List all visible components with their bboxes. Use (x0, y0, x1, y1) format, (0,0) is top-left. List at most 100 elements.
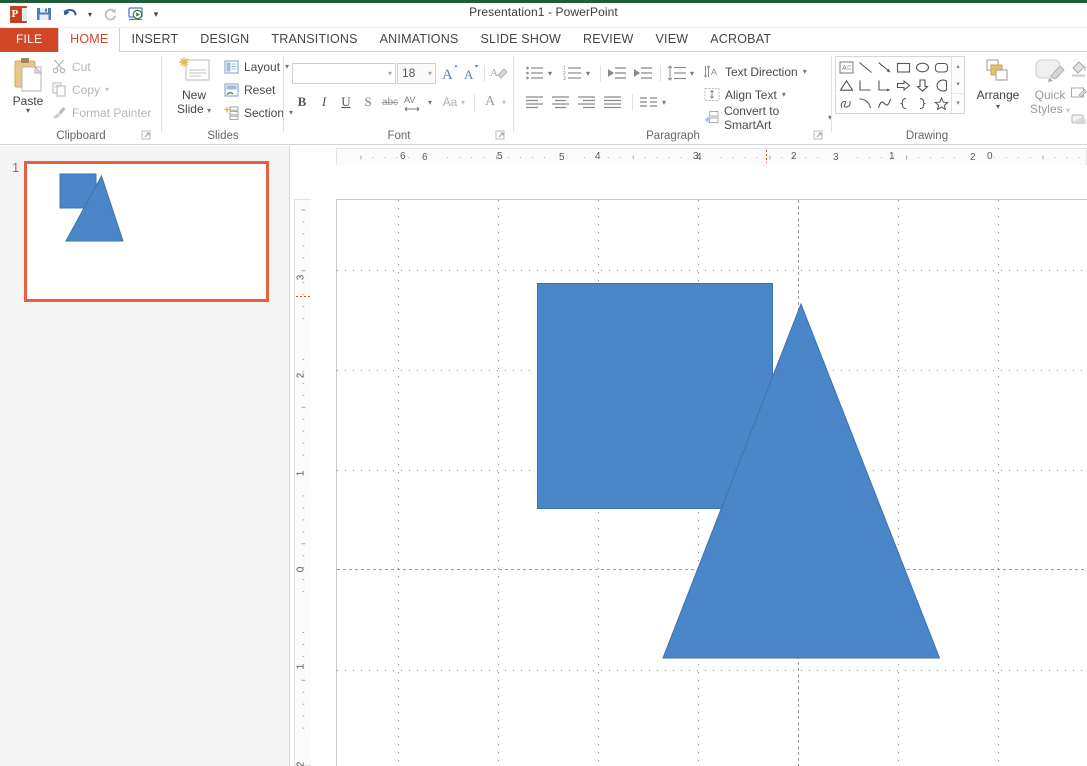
horizontal-ruler[interactable]: 6 5 4 3 2 1 (336, 148, 1087, 165)
paragraph-dialog-launcher[interactable] (813, 130, 824, 141)
tab-file[interactable]: FILE (0, 28, 59, 52)
font-name-input[interactable]: ▾ (292, 63, 396, 84)
align-text-button[interactable]: Align Text ▾ (704, 84, 786, 105)
strikethrough-button[interactable]: abc (380, 92, 400, 112)
arrow-line-shape-icon[interactable] (875, 58, 894, 76)
decrease-indent-button[interactable] (606, 63, 628, 83)
font-dialog-launcher[interactable] (495, 130, 506, 141)
left-brace-shape-icon[interactable] (894, 94, 913, 112)
shapes-gallery-scrollbar[interactable]: ▴ ▾ ▾ (951, 57, 964, 113)
font-color-caret-icon[interactable]: ▾ (502, 98, 506, 107)
font-name-caret-icon[interactable]: ▾ (388, 64, 392, 83)
down-arrow-shape-icon[interactable] (913, 76, 932, 94)
change-case-caret-icon[interactable]: ▾ (461, 98, 465, 107)
align-right-button[interactable] (576, 92, 598, 112)
textbox-shape-icon[interactable]: A (837, 58, 856, 76)
line-spacing-button[interactable] (666, 63, 688, 83)
scribble-shape-icon[interactable] (837, 94, 856, 112)
align-text-caret-icon[interactable]: ▾ (782, 90, 786, 99)
hruler-label-4: 4 (696, 152, 702, 163)
change-case-button[interactable]: Aa (439, 92, 461, 112)
copy-caret-icon[interactable]: ▾ (105, 85, 109, 94)
tab-acrobat[interactable]: ACROBAT (699, 28, 782, 52)
convert-to-smartart-button[interactable]: Convert to SmartArt ▾ (704, 104, 832, 132)
columns-button[interactable] (638, 92, 660, 112)
tab-animations[interactable]: ANIMATIONS (369, 28, 470, 52)
numbering-button[interactable]: 1 2 3 (562, 63, 584, 83)
quick-styles-button[interactable]: Quick Styles ▾ (1025, 56, 1075, 118)
arc-shape-icon[interactable] (875, 94, 894, 112)
paste-button[interactable]: Paste ▾ (6, 55, 50, 129)
rounded-rectangle-shape-icon[interactable] (932, 58, 951, 76)
numbering-caret-icon[interactable]: ▾ (586, 69, 590, 78)
star-shape-icon[interactable] (932, 94, 951, 112)
triangle-shape-icon[interactable] (837, 76, 856, 94)
character-spacing-caret-icon[interactable]: ▾ (428, 98, 432, 107)
character-spacing-button[interactable]: AV (402, 92, 428, 112)
clear-formatting-button[interactable]: A (489, 63, 509, 83)
bullets-caret-icon[interactable]: ▾ (548, 69, 552, 78)
slide-thumbnail-1[interactable] (24, 161, 269, 302)
rectangle-shape-icon[interactable] (894, 58, 913, 76)
tab-design[interactable]: DESIGN (189, 28, 260, 52)
shape-effects-button[interactable] (1070, 111, 1087, 129)
slide-canvas[interactable] (336, 199, 1087, 766)
new-slide-button[interactable]: New Slide ▾ (168, 56, 220, 118)
bold-button[interactable]: B (292, 92, 312, 112)
new-slide-caret-icon[interactable]: ▾ (207, 106, 211, 115)
font-color-button[interactable]: A (480, 92, 500, 112)
layout-button[interactable]: Layout ▾ (224, 56, 289, 77)
shape-outline-button[interactable] (1070, 85, 1087, 103)
right-brace-shape-icon[interactable] (913, 94, 932, 112)
text-direction-icon: A (704, 65, 717, 78)
tab-insert[interactable]: INSERT (120, 28, 189, 52)
shape-fill-button[interactable] (1070, 59, 1087, 77)
text-direction-button[interactable]: A Text Direction ▾ (704, 61, 807, 82)
gallery-more-icon[interactable]: ▾ (952, 93, 964, 111)
elbow-arrow-connector-shape-icon[interactable] (875, 76, 894, 94)
gallery-scroll-down-icon[interactable]: ▾ (952, 75, 964, 93)
text-direction-caret-icon[interactable]: ▾ (803, 67, 807, 76)
slide-number-label: 1 (12, 160, 20, 175)
triangle-shape[interactable] (662, 303, 941, 659)
font-size-caret-icon[interactable]: ▾ (428, 64, 432, 83)
increase-font-size-button[interactable]: A (440, 63, 460, 83)
paste-caret-icon[interactable]: ▾ (6, 107, 50, 115)
curve-down-shape-icon[interactable] (856, 94, 875, 112)
cut-button[interactable]: Cut (52, 56, 91, 77)
decrease-font-size-button[interactable]: A (461, 63, 481, 83)
reset-button[interactable]: Reset (224, 79, 275, 100)
gallery-scroll-up-icon[interactable]: ▴ (952, 57, 964, 75)
tab-view[interactable]: VIEW (645, 28, 700, 52)
bullets-button[interactable] (524, 63, 546, 83)
quick-styles-icon (1035, 59, 1065, 82)
tab-slide-show[interactable]: SLIDE SHOW (470, 28, 573, 52)
columns-icon (640, 97, 657, 107)
increase-indent-button[interactable] (632, 63, 654, 83)
line-spacing-caret-icon[interactable]: ▾ (690, 69, 694, 78)
shapes-gallery[interactable]: A ▴ ▾ ▾ (835, 56, 965, 114)
columns-caret-icon[interactable]: ▾ (662, 98, 666, 107)
paragraph-separator-3 (632, 94, 633, 111)
arrange-button[interactable]: Arrange ▾ (972, 56, 1024, 111)
tab-home[interactable]: HOME (58, 28, 121, 53)
pie-shape-icon[interactable] (932, 76, 951, 94)
arrange-caret-icon[interactable]: ▾ (972, 103, 1024, 111)
align-center-button[interactable] (550, 92, 572, 112)
vertical-ruler[interactable]: 3 2 1 0 1 2 (294, 199, 311, 766)
text-shadow-button[interactable]: S (358, 92, 378, 112)
oval-shape-icon[interactable] (913, 58, 932, 76)
right-arrow-shape-icon[interactable] (894, 76, 913, 94)
italic-button[interactable]: I (314, 92, 334, 112)
elbow-connector-shape-icon[interactable] (856, 76, 875, 94)
underline-button[interactable]: U (336, 92, 356, 112)
copy-button[interactable]: Copy ▾ (52, 79, 109, 100)
justify-button[interactable] (602, 92, 624, 112)
tab-transitions[interactable]: TRANSITIONS (260, 28, 368, 52)
line-shape-icon[interactable] (856, 58, 875, 76)
clipboard-dialog-launcher[interactable] (141, 130, 152, 141)
format-painter-button[interactable]: Format Painter (52, 102, 151, 123)
tab-review[interactable]: REVIEW (572, 28, 645, 52)
font-size-input[interactable]: 18 ▾ (397, 63, 436, 84)
align-left-button[interactable] (524, 92, 546, 112)
